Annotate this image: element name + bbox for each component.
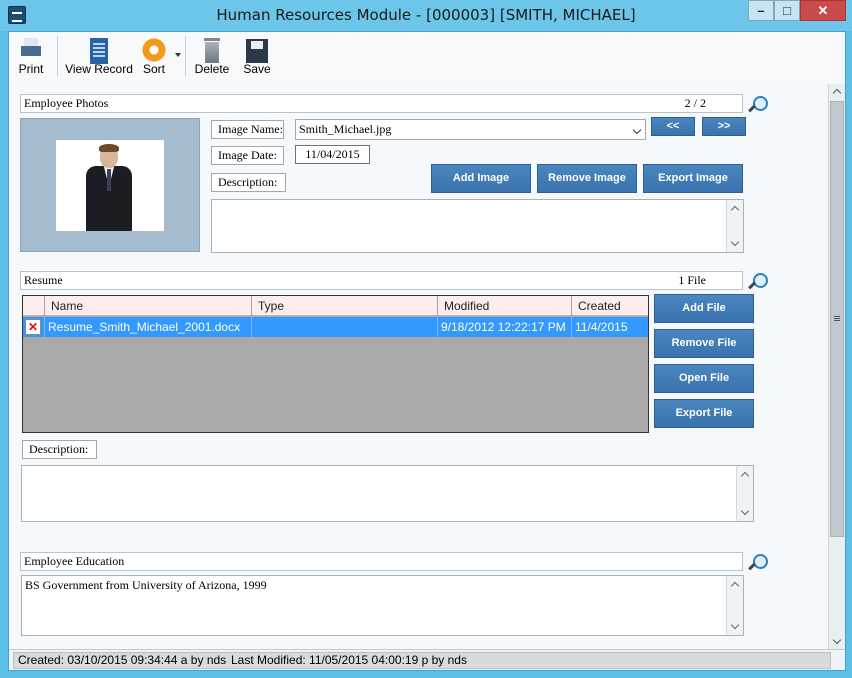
zoom-search-icon[interactable] xyxy=(747,95,768,113)
employee-education-header: Employee Education xyxy=(20,552,743,571)
created-status: Created: 03/10/2015 09:34:44 a by nds xyxy=(18,653,227,667)
section-title: Employee Education xyxy=(24,554,125,568)
gear-icon xyxy=(140,36,168,64)
document-icon xyxy=(85,36,113,64)
window-client: Print View Record Sort Delete Save Emplo… xyxy=(8,31,846,671)
floppy-disk-icon xyxy=(243,36,271,64)
add-image-button[interactable]: Add Image xyxy=(431,164,531,193)
scroll-down-icon[interactable] xyxy=(740,506,750,516)
add-file-button[interactable]: Add File xyxy=(654,294,754,323)
textarea-scrollbar[interactable] xyxy=(736,466,753,521)
form-content: Employee Photos 2 / 2 Image Name: Smith_… xyxy=(9,84,828,649)
file-created-cell: 11/4/2015 xyxy=(571,317,648,337)
file-name-cell: Resume_Smith_Michael_2001.docx xyxy=(44,317,251,337)
image-date-field[interactable]: 11/04/2015 xyxy=(295,145,370,164)
status-bar: Created: 03/10/2015 09:34:44 a by nds La… xyxy=(9,649,845,670)
modified-status: Last Modified: 11/05/2015 04:00:19 p by … xyxy=(231,653,467,667)
education-text: BS Government from University of Arizona… xyxy=(25,578,267,592)
table-row[interactable]: ✕ Resume_Smith_Michael_2001.docx 9/18/20… xyxy=(23,317,648,337)
delete-row-icon[interactable]: ✕ xyxy=(25,319,41,335)
sort-label: Sort xyxy=(142,62,165,76)
scroll-down-icon[interactable] xyxy=(730,237,740,247)
employee-photos-header: Employee Photos 2 / 2 xyxy=(20,94,743,113)
grid-corner xyxy=(23,296,44,316)
scroll-up-icon[interactable] xyxy=(730,205,740,215)
remove-file-button[interactable]: Remove File xyxy=(654,329,754,358)
education-textarea[interactable]: BS Government from University of Arizona… xyxy=(21,575,744,636)
textarea-scrollbar[interactable] xyxy=(726,200,743,252)
grid-header: Name Type Modified Created xyxy=(23,296,648,316)
close-button[interactable]: ✕ xyxy=(800,0,846,21)
print-label: Print xyxy=(18,62,44,76)
print-button[interactable]: Print xyxy=(13,34,49,78)
resume-description-textarea[interactable] xyxy=(21,465,754,522)
toolbar-separator xyxy=(57,36,58,76)
zoom-search-icon[interactable] xyxy=(747,553,768,571)
column-header-modified[interactable]: Modified xyxy=(437,296,571,316)
column-header-created[interactable]: Created xyxy=(571,296,648,316)
column-header-name[interactable]: Name xyxy=(44,296,251,316)
delete-button[interactable]: Delete xyxy=(193,34,231,78)
minimize-button[interactable]: – xyxy=(748,0,774,21)
image-name-label: Image Name: xyxy=(211,120,284,139)
chevron-down-icon xyxy=(632,125,642,135)
image-date-label: Image Date: xyxy=(211,146,284,165)
employee-photo-frame xyxy=(20,118,200,252)
grip-icon xyxy=(834,316,840,321)
trash-icon xyxy=(198,36,226,64)
next-image-button[interactable]: >> xyxy=(702,117,746,136)
toolbar-separator xyxy=(185,36,186,76)
section-title: Employee Photos xyxy=(24,96,109,110)
maximize-button[interactable]: □ xyxy=(774,0,800,21)
sort-button[interactable]: Sort xyxy=(137,34,171,78)
resume-file-grid[interactable]: Name Type Modified Created ✕ Resume_Smit… xyxy=(22,295,649,433)
window-title: Human Resources Module - [000003] [SMITH… xyxy=(216,6,636,24)
employee-photo xyxy=(56,140,164,231)
zoom-search-icon[interactable] xyxy=(747,272,768,290)
previous-image-button[interactable]: << xyxy=(651,117,695,136)
image-name-value: Smith_Michael.jpg xyxy=(299,122,392,136)
export-image-button[interactable]: Export Image xyxy=(643,164,743,193)
resume-file-count: 1 File xyxy=(678,273,706,287)
file-modified-cell: 9/18/2012 12:22:17 PM xyxy=(437,317,571,337)
remove-image-button[interactable]: Remove Image xyxy=(537,164,637,193)
view-record-button[interactable]: View Record xyxy=(63,34,135,78)
resume-description-label: Description: xyxy=(22,440,97,459)
title-bar: Human Resources Module - [000003] [SMITH… xyxy=(0,0,852,31)
scrollbar-thumb[interactable] xyxy=(830,101,844,537)
sort-dropdown-arrow-icon[interactable] xyxy=(175,53,181,57)
scroll-up-icon[interactable] xyxy=(740,471,750,481)
view-record-label: View Record xyxy=(65,62,133,76)
image-description-label: Description: xyxy=(211,173,286,192)
scroll-down-icon[interactable] xyxy=(730,620,740,630)
open-file-button[interactable]: Open File xyxy=(654,364,754,393)
section-title: Resume xyxy=(24,273,63,287)
scroll-down-icon[interactable] xyxy=(832,635,842,645)
save-label: Save xyxy=(243,62,271,76)
column-header-type[interactable]: Type xyxy=(251,296,437,316)
textarea-scrollbar[interactable] xyxy=(726,576,743,635)
export-file-button[interactable]: Export File xyxy=(654,399,754,428)
resume-header: Resume 1 File xyxy=(20,271,743,290)
printer-icon xyxy=(17,36,45,64)
status-panel: Created: 03/10/2015 09:34:44 a by nds La… xyxy=(13,652,831,669)
scroll-up-icon[interactable] xyxy=(730,581,740,591)
image-name-select[interactable]: Smith_Michael.jpg xyxy=(295,119,646,140)
scroll-up-icon[interactable] xyxy=(832,88,842,98)
photo-count: 2 / 2 xyxy=(684,96,706,110)
image-description-textarea[interactable] xyxy=(211,199,744,253)
form-scrollbar[interactable] xyxy=(828,84,845,649)
file-type-cell xyxy=(251,317,437,337)
save-button[interactable]: Save xyxy=(239,34,275,78)
delete-label: Delete xyxy=(194,62,230,76)
toolbar: Print View Record Sort Delete Save xyxy=(9,32,845,80)
